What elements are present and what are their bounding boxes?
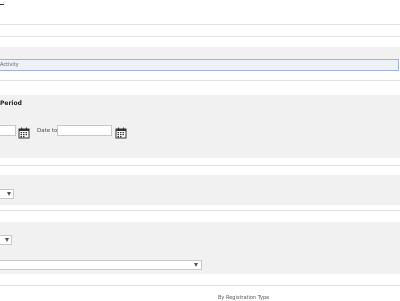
header-band <box>0 47 400 59</box>
filter-select-3[interactable] <box>0 260 202 270</box>
period-title: Period <box>0 100 22 107</box>
calendar-icon[interactable] <box>115 124 127 139</box>
divider <box>0 80 400 81</box>
divider <box>0 285 400 286</box>
date-to-label: Date to <box>37 128 58 134</box>
filter-select-2[interactable] <box>0 235 12 245</box>
period-section: Period Date to <box>0 95 400 158</box>
tab-activity[interactable]: Activity <box>0 59 399 71</box>
divider <box>0 24 400 25</box>
calendar-icon[interactable] <box>18 124 30 139</box>
filter-select-1[interactable] <box>0 189 14 199</box>
by-registration-type-header: By Registration Type <box>218 295 270 301</box>
date-to-input[interactable] <box>57 125 112 136</box>
tab-activity-label: Activity <box>0 62 19 68</box>
window-corner-mark <box>0 2 4 6</box>
date-from-input[interactable] <box>0 125 16 136</box>
divider <box>0 36 400 37</box>
filter-section-1 <box>0 175 400 205</box>
chevron-down-icon <box>5 238 9 242</box>
filter-section-2 <box>0 222 400 274</box>
divider <box>0 165 400 166</box>
divider <box>0 210 400 211</box>
chevron-down-icon <box>7 192 11 196</box>
chevron-down-icon <box>194 263 198 267</box>
